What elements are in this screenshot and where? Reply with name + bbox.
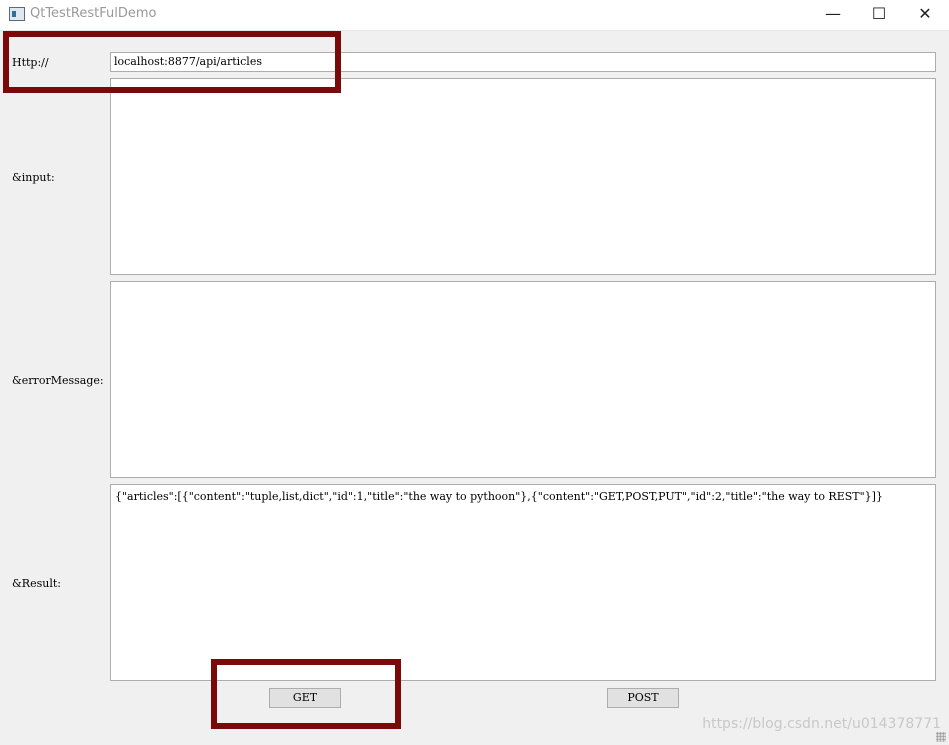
result-textarea[interactable]: {"articles":[{"content":"tuple,list,dict… [110, 484, 936, 681]
error-message-textarea[interactable] [110, 281, 936, 478]
watermark: https://blog.csdn.net/u014378771 [702, 716, 941, 732]
highlight-box-url [3, 31, 341, 93]
minimize-icon[interactable]: — [810, 0, 856, 30]
maximize-icon[interactable]: ☐ [856, 0, 902, 30]
input-textarea[interactable] [110, 78, 936, 275]
title-bar: QtTestRestFulDemo — ☐ ✕ [0, 0, 949, 31]
resize-grip-icon[interactable] [936, 732, 946, 742]
input-label: &input: [12, 171, 55, 184]
app-icon [9, 7, 25, 21]
highlight-box-get [211, 659, 401, 729]
result-label: &Result: [12, 577, 61, 590]
post-button[interactable]: POST [607, 688, 679, 708]
error-message-label: &errorMessage: [12, 374, 104, 387]
close-icon[interactable]: ✕ [902, 0, 948, 30]
window-title: QtTestRestFulDemo [30, 6, 157, 21]
